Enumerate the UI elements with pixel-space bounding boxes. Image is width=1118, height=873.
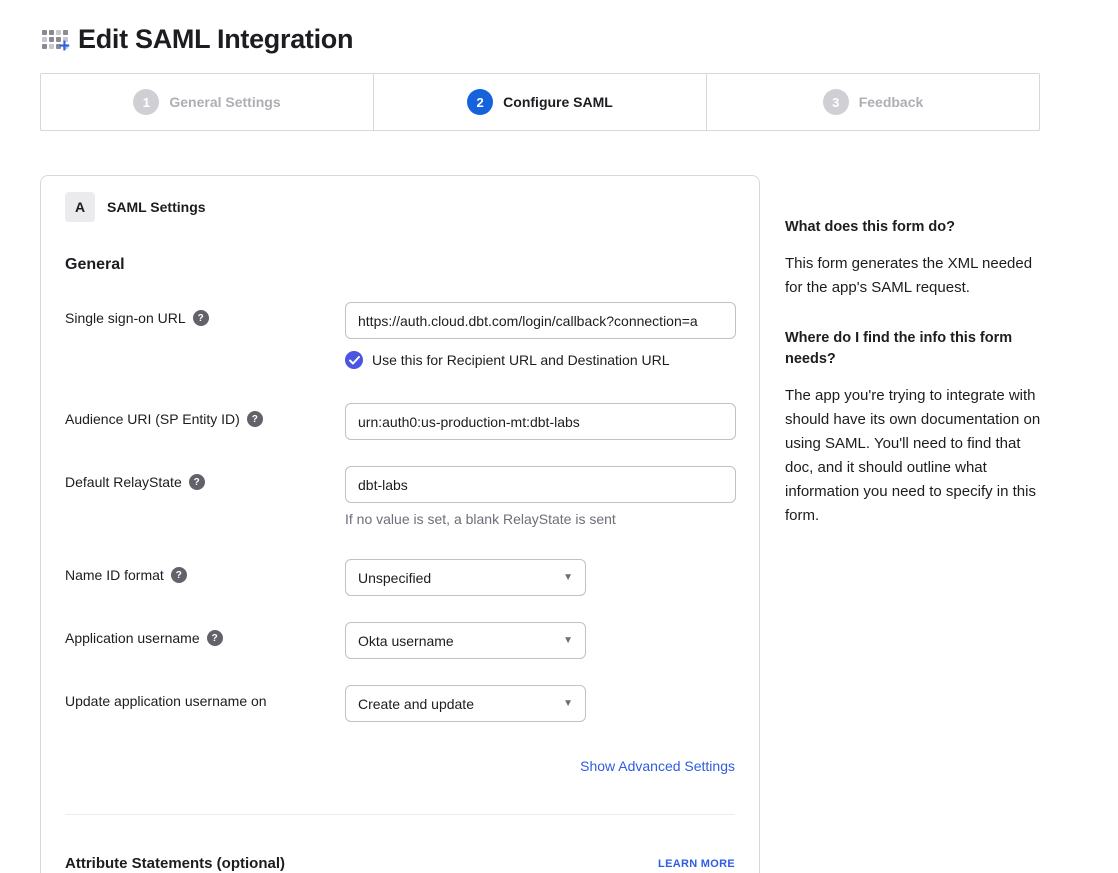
page-title: Edit SAML Integration (78, 24, 353, 55)
section-divider (65, 814, 735, 815)
audience-uri-label: Audience URI (SP Entity ID) (65, 411, 240, 427)
relay-state-hint: If no value is set, a blank RelayState i… (345, 511, 736, 527)
name-id-format-value: Unspecified (358, 570, 431, 586)
help-icon[interactable]: ? (207, 630, 223, 646)
help-icon[interactable]: ? (193, 310, 209, 326)
checked-checkbox-icon[interactable] (345, 351, 363, 369)
attribute-statements-heading: Attribute Statements (optional) (65, 855, 285, 872)
step-1-number: 1 (133, 89, 159, 115)
help-icon[interactable]: ? (171, 567, 187, 583)
sidebar-question-1: What does this form do? (785, 217, 1041, 238)
chevron-down-icon: ▼ (563, 572, 573, 583)
help-sidebar: What does this form do? This form genera… (785, 175, 1041, 556)
step-3-label: Feedback (859, 94, 924, 110)
help-icon[interactable]: ? (189, 474, 205, 490)
update-app-username-label-wrap: Update application username on (65, 685, 345, 709)
app-username-label-wrap: Application username ? (65, 622, 345, 646)
general-heading: General (65, 256, 735, 274)
update-app-username-value: Create and update (358, 696, 474, 712)
step-configure-saml[interactable]: 2 Configure SAML (374, 74, 707, 130)
step-1-label: General Settings (169, 94, 280, 110)
step-3-number: 3 (823, 89, 849, 115)
recipient-url-checkbox-row: Use this for Recipient URL and Destinati… (345, 351, 736, 369)
sso-url-label: Single sign-on URL (65, 310, 186, 326)
relay-state-row: Default RelayState ? If no value is set,… (65, 466, 735, 527)
audience-uri-label-wrap: Audience URI (SP Entity ID) ? (65, 403, 345, 427)
show-advanced-settings-link[interactable]: Show Advanced Settings (580, 758, 735, 774)
wizard-steps: 1 General Settings 2 Configure SAML 3 Fe… (40, 73, 1040, 131)
app-username-select[interactable]: Okta username ▼ (345, 622, 586, 659)
relay-state-input[interactable] (345, 466, 736, 503)
app-username-value: Okta username (358, 633, 454, 649)
audience-uri-row: Audience URI (SP Entity ID) ? (65, 403, 735, 440)
update-app-username-label: Update application username on (65, 693, 267, 709)
section-a-badge: A (65, 192, 95, 222)
name-id-format-label: Name ID format (65, 567, 164, 583)
app-grid-plus-icon: + (42, 27, 70, 53)
sidebar-answer-1: This form generates the XML needed for t… (785, 252, 1041, 300)
sso-url-label-wrap: Single sign-on URL ? (65, 302, 345, 326)
step-general-settings[interactable]: 1 General Settings (41, 74, 374, 130)
app-username-row: Application username ? Okta username ▼ (65, 622, 735, 659)
update-app-username-row: Update application username on Create an… (65, 685, 735, 722)
learn-more-link[interactable]: LEARN MORE (658, 858, 735, 870)
saml-settings-panel: A SAML Settings General Single sign-on U… (40, 175, 760, 873)
step-2-label: Configure SAML (503, 94, 613, 110)
name-id-format-label-wrap: Name ID format ? (65, 559, 345, 583)
name-id-format-select[interactable]: Unspecified ▼ (345, 559, 586, 596)
panel-title: SAML Settings (107, 199, 206, 215)
recipient-url-checkbox-label[interactable]: Use this for Recipient URL and Destinati… (372, 352, 670, 368)
chevron-down-icon: ▼ (563, 698, 573, 709)
audience-uri-input[interactable] (345, 403, 736, 440)
sidebar-answer-2: The app you're trying to integrate with … (785, 384, 1041, 528)
app-username-label: Application username (65, 630, 200, 646)
relay-state-label-wrap: Default RelayState ? (65, 466, 345, 490)
chevron-down-icon: ▼ (563, 635, 573, 646)
sidebar-question-2: Where do I find the info this form needs… (785, 328, 1041, 370)
page-header: + Edit SAML Integration (42, 24, 1078, 55)
plus-icon: + (59, 37, 70, 56)
sso-url-row: Single sign-on URL ? Use this for Recipi… (65, 302, 735, 369)
update-app-username-select[interactable]: Create and update ▼ (345, 685, 586, 722)
panel-header: A SAML Settings (65, 192, 735, 222)
relay-state-label: Default RelayState (65, 474, 182, 490)
name-id-format-row: Name ID format ? Unspecified ▼ (65, 559, 735, 596)
help-icon[interactable]: ? (247, 411, 263, 427)
step-feedback[interactable]: 3 Feedback (707, 74, 1039, 130)
sso-url-input[interactable] (345, 302, 736, 339)
edit-saml-integration-page: + Edit SAML Integration 1 General Settin… (0, 0, 1118, 873)
step-2-number: 2 (467, 89, 493, 115)
